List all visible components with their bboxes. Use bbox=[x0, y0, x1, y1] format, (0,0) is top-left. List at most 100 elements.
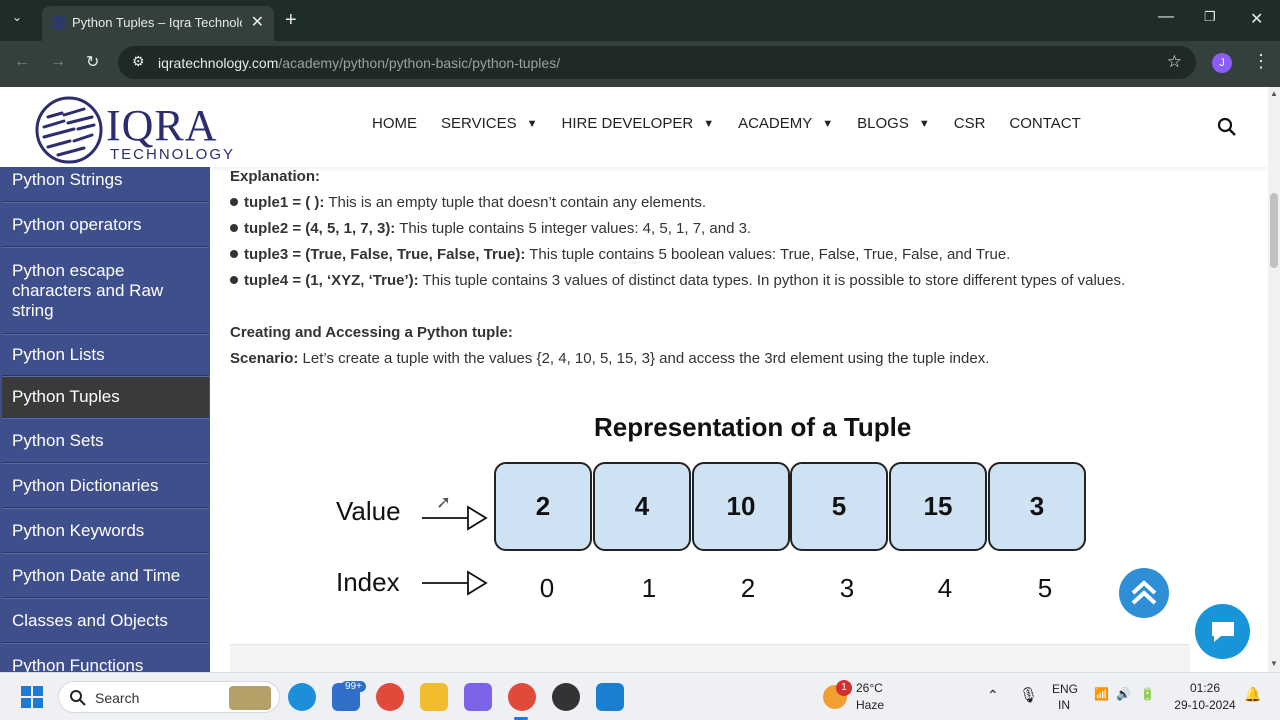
microphone-icon[interactable]: 🎙 bbox=[1019, 686, 1038, 704]
scroll-up-icon[interactable]: ▲ bbox=[1270, 89, 1278, 98]
battery-icon[interactable]: 🔋 bbox=[1140, 687, 1155, 701]
address-bar[interactable]: ⚙ iqratechnology.com/academy/python/pyth… bbox=[118, 46, 1196, 79]
windows-start-icon[interactable] bbox=[21, 686, 43, 708]
notification-bell-icon[interactable]: 🔔 bbox=[1244, 686, 1261, 703]
search-icon[interactable] bbox=[1217, 117, 1237, 137]
nav-contact[interactable]: CONTACT bbox=[1009, 115, 1080, 132]
nav-services[interactable]: SERVICES ▼ bbox=[441, 115, 537, 132]
sidebar-item-escape-characters[interactable]: Python escape characters and Raw string bbox=[2, 247, 209, 334]
sidebar-item-label: Classes and Objects bbox=[12, 610, 168, 630]
scenario-text: Scenario: Let’s create a tuple with the … bbox=[230, 350, 990, 367]
sidebar-item-python-strings[interactable]: Python Strings bbox=[2, 167, 209, 202]
scroll-to-top-button[interactable] bbox=[1119, 568, 1169, 618]
sidebar-item-label: Python Sets bbox=[12, 430, 104, 450]
copilot-icon[interactable] bbox=[464, 683, 492, 711]
nav-hire-developer[interactable]: HIRE DEVELOPER ▼ bbox=[561, 115, 714, 132]
tab-favicon-icon bbox=[52, 16, 66, 30]
nav-csr[interactable]: CSR bbox=[954, 115, 986, 132]
tray-chevron-up-icon[interactable]: ⌃ bbox=[987, 687, 999, 704]
tuple-index: 4 bbox=[937, 573, 953, 603]
logo[interactable]: IQRA TECHNOLOGY bbox=[34, 92, 234, 164]
bookmark-star-icon[interactable]: ☆ bbox=[1167, 52, 1182, 72]
sidebar-item-classes-objects[interactable]: Classes and Objects bbox=[2, 598, 209, 643]
diagram-title: Representation of a Tuple bbox=[594, 412, 912, 442]
browser-tab[interactable]: Python Tuples – Iqra Technolog ✕ bbox=[42, 6, 274, 41]
weather-temp: 26°C bbox=[856, 681, 883, 695]
sidebar-item-python-date-time[interactable]: Python Date and Time bbox=[2, 553, 209, 598]
chat-button[interactable] bbox=[1195, 604, 1250, 659]
restore-icon[interactable]: ❐ bbox=[1204, 9, 1216, 25]
menu-icon[interactable]: ⋮ bbox=[1252, 51, 1270, 72]
section-heading: Creating and Accessing a Python tuple: bbox=[230, 324, 513, 341]
vscode-icon[interactable] bbox=[596, 683, 624, 711]
sidebar-item-label: Python Tuples bbox=[12, 387, 120, 406]
sidebar-item-python-keywords[interactable]: Python Keywords bbox=[2, 508, 209, 553]
chrome-icon[interactable] bbox=[376, 683, 404, 711]
search-highlight-icon bbox=[229, 686, 271, 710]
list-item: tuple1 = ( ): This is an empty tuple tha… bbox=[230, 194, 706, 211]
nav-home[interactable]: HOME bbox=[372, 115, 417, 132]
search-placeholder: Search bbox=[95, 690, 140, 706]
logo-subtitle: TECHNOLOGY bbox=[110, 146, 236, 163]
sidebar-item-python-sets[interactable]: Python Sets bbox=[2, 418, 209, 463]
tuple-cell: 2 bbox=[494, 462, 592, 551]
obs-icon[interactable] bbox=[552, 683, 580, 711]
tuple-cell: 3 bbox=[988, 462, 1086, 551]
tuple-index: 1 bbox=[641, 573, 657, 603]
page-scrollbar[interactable]: ▲ ▼ bbox=[1268, 87, 1280, 672]
clock-time[interactable]: 01:26 bbox=[1172, 681, 1238, 695]
sidebar-item-label: Python escape characters and Raw string bbox=[12, 260, 164, 320]
value-label: Value bbox=[336, 496, 401, 526]
sidebar-item-label: Python Keywords bbox=[12, 520, 145, 540]
volume-icon[interactable]: 🔊 bbox=[1116, 687, 1131, 701]
code-block bbox=[230, 644, 1190, 674]
back-icon[interactable]: ← bbox=[14, 53, 30, 71]
tuple-cell: 15 bbox=[889, 462, 987, 551]
window-close-icon[interactable]: ✕ bbox=[1250, 9, 1263, 29]
tuple-cell: 4 bbox=[593, 462, 691, 551]
sidebar-item-python-dictionaries[interactable]: Python Dictionaries bbox=[2, 463, 209, 508]
new-tab-icon[interactable]: + bbox=[285, 9, 297, 32]
sidebar-item-label: Python Date and Time bbox=[12, 565, 181, 585]
forward-icon[interactable]: → bbox=[50, 53, 66, 71]
chevron-down-icon: ▼ bbox=[703, 117, 715, 130]
sidebar-item-python-operators[interactable]: Python operators bbox=[2, 202, 209, 247]
explanation-heading: Explanation: bbox=[230, 168, 321, 185]
clock-date: 29-10-2024 bbox=[1174, 698, 1236, 712]
chevron-down-icon: ▼ bbox=[918, 117, 930, 130]
profile-avatar[interactable]: J bbox=[1212, 53, 1232, 73]
sidebar-item-python-functions[interactable]: Python Functions bbox=[2, 643, 209, 672]
sidebar-item-label: Python operators bbox=[12, 214, 142, 234]
nav-academy[interactable]: ACADEMY ▼ bbox=[738, 115, 833, 132]
logo-wordmark: IQRA bbox=[106, 101, 218, 150]
list-item: tuple3 = (True, False, True, False, True… bbox=[230, 246, 1010, 263]
tuple-cell: 10 bbox=[692, 462, 790, 551]
search-icon bbox=[70, 690, 86, 706]
tuple-index: 0 bbox=[539, 573, 555, 603]
main-nav: HOME SERVICES ▼ HIRE DEVELOPER ▼ ACADEMY ▼ … bbox=[372, 115, 1105, 132]
chevron-down-icon: ▼ bbox=[526, 117, 538, 130]
reload-icon[interactable]: ↻ bbox=[86, 52, 99, 72]
index-label: Index bbox=[336, 567, 400, 597]
language-code[interactable]: ENG bbox=[1052, 682, 1078, 696]
wifi-icon[interactable]: 📶 bbox=[1094, 687, 1109, 701]
browser-tab-strip: ⌄ Python Tuples – Iqra Technolog ✕ + — ❐… bbox=[0, 0, 1280, 41]
scroll-down-icon[interactable]: ▼ bbox=[1270, 659, 1278, 668]
mail-badge: 99+ bbox=[341, 681, 366, 692]
logo-globe-icon bbox=[35, 96, 103, 164]
minimize-icon[interactable]: — bbox=[1158, 8, 1174, 26]
tuple-index: 3 bbox=[839, 573, 855, 603]
nav-blogs[interactable]: BLOGS ▼ bbox=[857, 115, 930, 132]
site-info-icon[interactable]: ⚙ bbox=[132, 53, 145, 70]
edge-icon[interactable] bbox=[288, 683, 316, 711]
tab-close-icon[interactable]: ✕ bbox=[251, 12, 264, 32]
sidebar-item-python-lists[interactable]: Python Lists bbox=[2, 334, 209, 376]
tuple-cell: 5 bbox=[790, 462, 888, 551]
chrome-profile-icon[interactable] bbox=[508, 683, 536, 711]
tab-search-dropdown-icon[interactable]: ⌄ bbox=[12, 10, 22, 24]
sidebar-item-python-tuples[interactable]: Python Tuples bbox=[2, 376, 209, 418]
mouse-cursor-icon: ➚ bbox=[436, 492, 452, 512]
taskbar-search[interactable]: Search bbox=[58, 681, 280, 713]
file-explorer-icon[interactable] bbox=[420, 683, 448, 711]
scrollbar-thumb[interactable] bbox=[1270, 193, 1278, 268]
